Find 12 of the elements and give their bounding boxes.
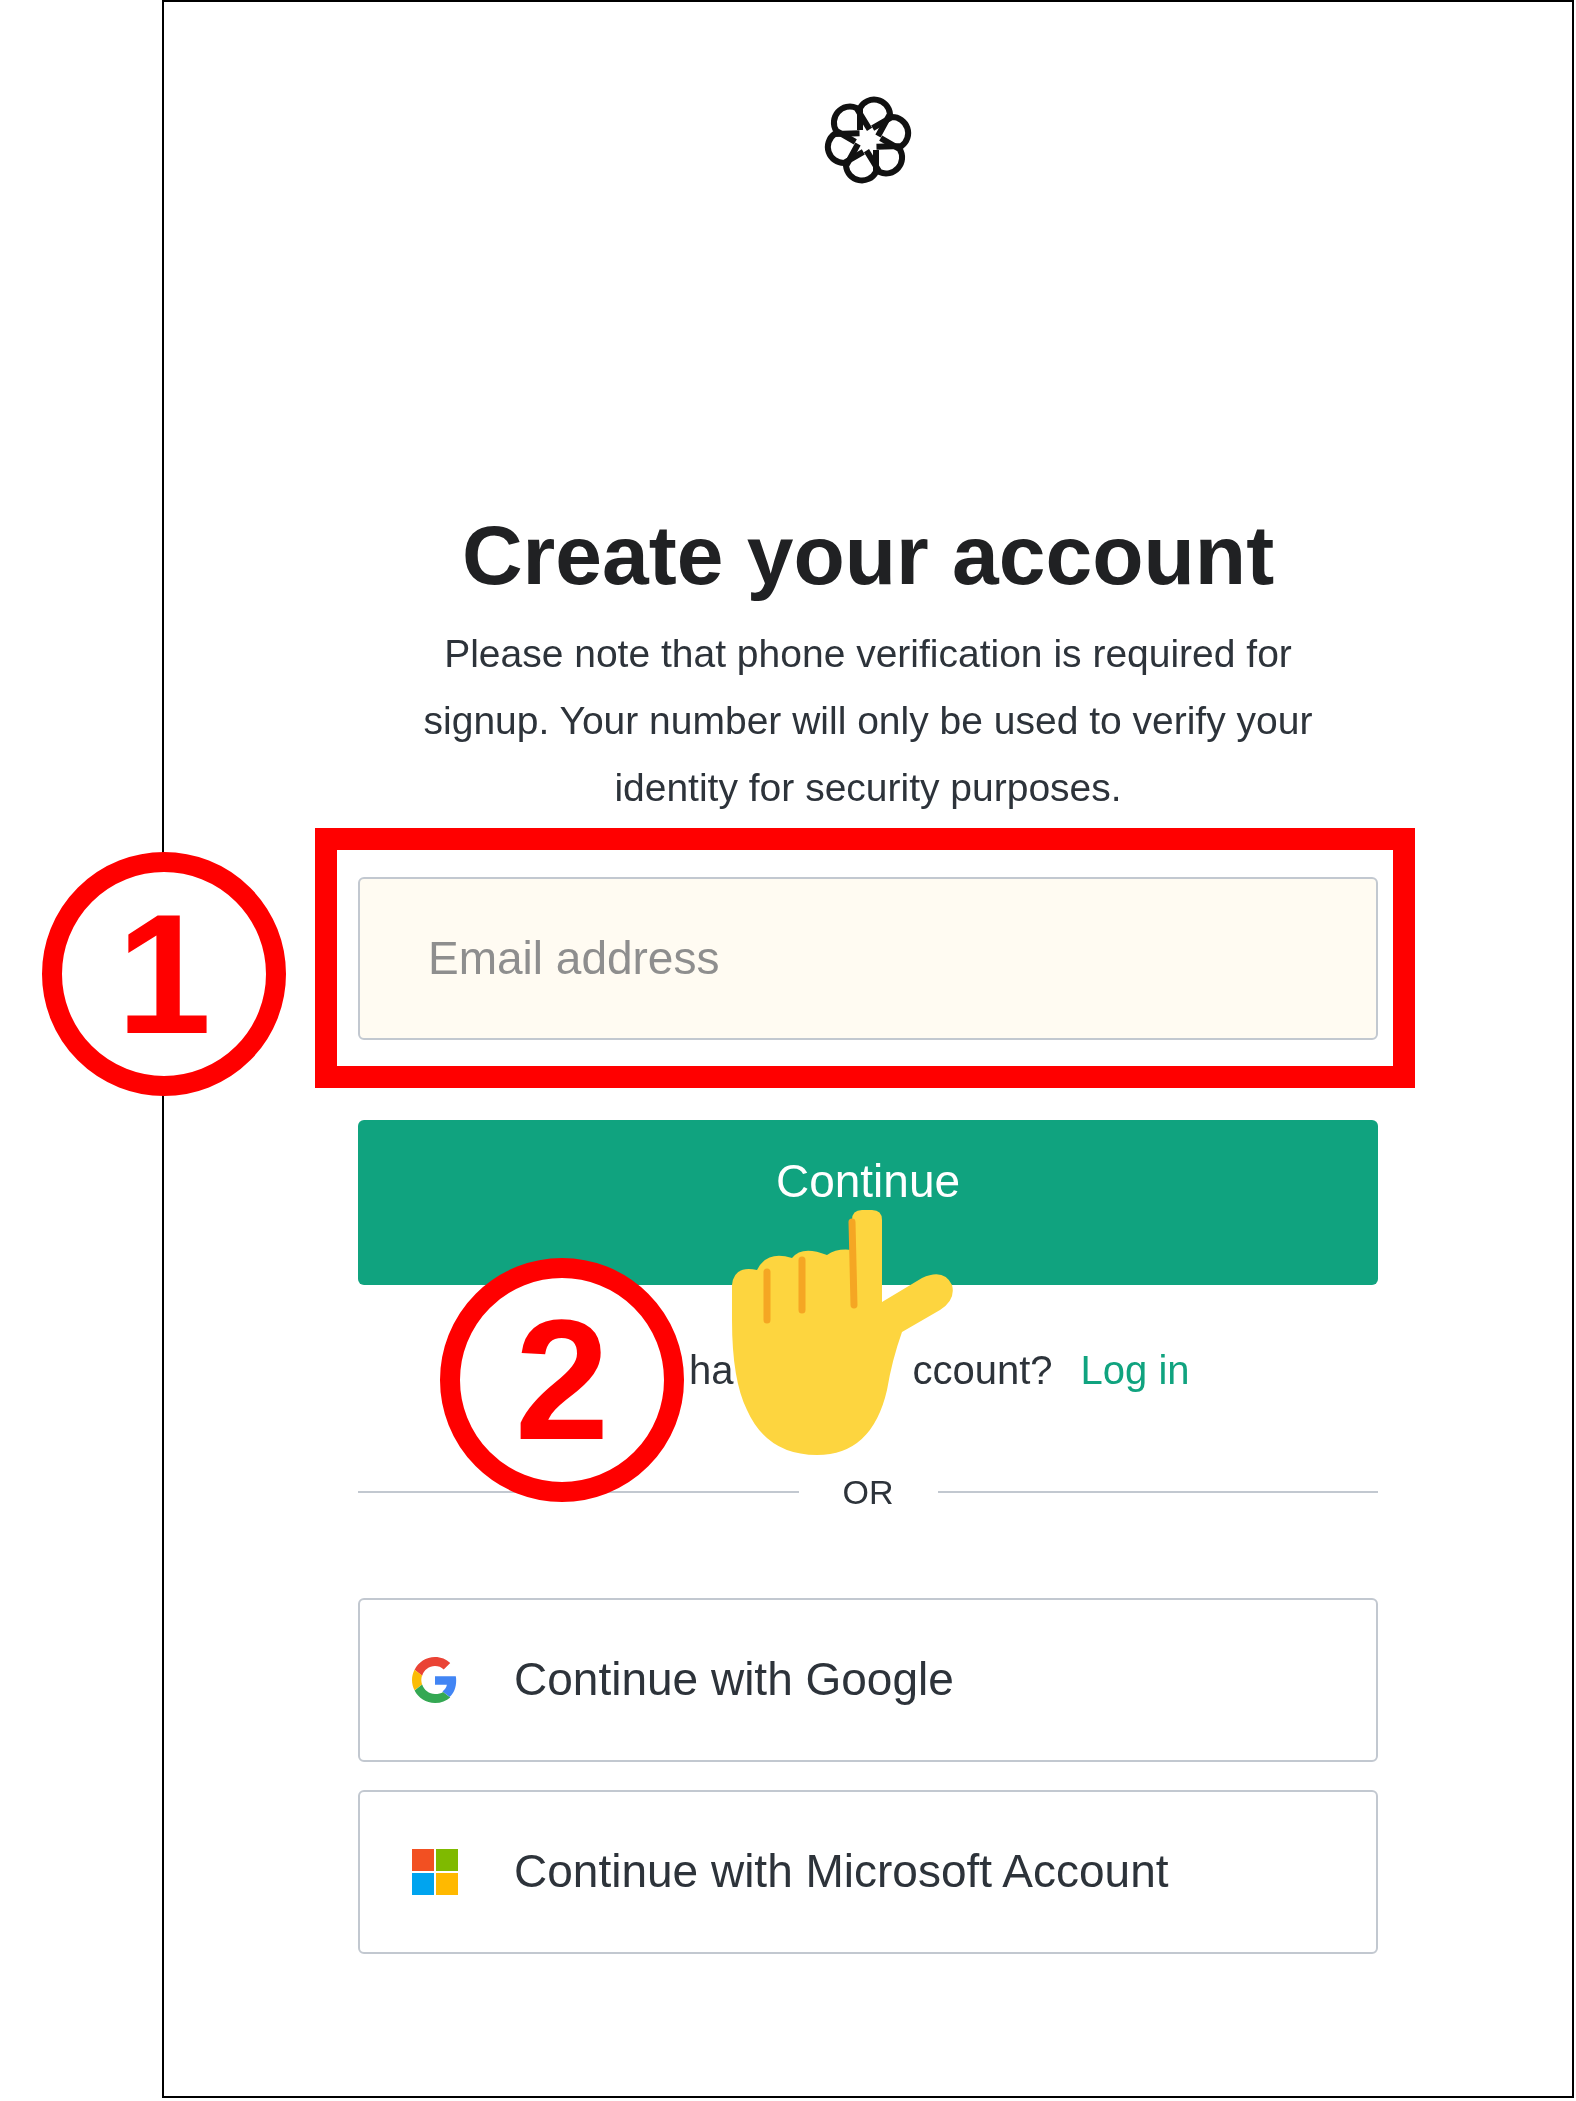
- step-marker: 2: [440, 1258, 684, 1502]
- phone-verification-note: Please note that phone verification is required for signup. Your number will only be used to verify your identity for security purposes.: [422, 630, 1314, 811]
- login-prompt-text: ha: [689, 1346, 734, 1394]
- or-divider-text: OR: [841, 1471, 895, 1513]
- microsoft-logo-icon: [412, 1848, 458, 1895]
- microsoft-signin-button[interactable]: Continue with Microsoft Account: [358, 1789, 1378, 1954]
- step-marker: 1: [42, 852, 286, 1096]
- login-prompt-text: ccount?: [912, 1346, 1053, 1394]
- google-logo-icon: [412, 1656, 458, 1703]
- email-field[interactable]: Email address: [358, 876, 1378, 1040]
- google-signin-button[interactable]: Continue with Google: [358, 1597, 1378, 1762]
- page-title: Create your account: [461, 507, 1275, 604]
